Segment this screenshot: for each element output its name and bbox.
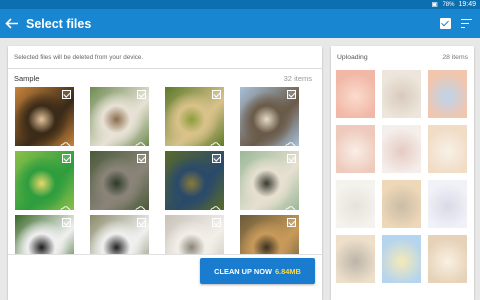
selected-files-panel: Selected files will be deleted from your…	[8, 46, 322, 300]
thumbnail-checkbox[interactable]	[212, 90, 221, 99]
uploading-thumbnail	[382, 70, 421, 118]
cloud-icon	[135, 136, 146, 146]
section-label: Sample	[14, 74, 40, 83]
uploading-label: Uploading	[337, 54, 368, 61]
thumbnail-checkbox[interactable]	[62, 90, 71, 99]
uploading-thumbnail	[428, 70, 467, 118]
back-arrow-icon	[5, 18, 18, 29]
clean-up-label: CLEAN UP NOW	[214, 266, 272, 276]
thumbnail-checkbox[interactable]	[287, 154, 296, 163]
thumbnail-checkbox[interactable]	[137, 218, 146, 227]
photo-thumbnail[interactable]	[240, 87, 299, 146]
uploading-thumbnail	[382, 125, 421, 173]
uploading-thumbnail	[428, 235, 467, 283]
back-button[interactable]	[0, 9, 24, 38]
photo-thumbnail[interactable]	[165, 151, 224, 210]
thumbnail-checkbox[interactable]	[137, 154, 146, 163]
thumbnail-checkbox[interactable]	[212, 154, 221, 163]
page-title: Select files	[26, 16, 92, 31]
select-all-checkbox[interactable]	[440, 18, 451, 29]
thumbnail-checkbox[interactable]	[62, 218, 71, 227]
sort-icon[interactable]	[461, 19, 472, 28]
thumbnail-checkbox[interactable]	[287, 90, 296, 99]
thumbnail-checkbox[interactable]	[287, 218, 296, 227]
delete-notice: Selected files will be deleted from your…	[14, 54, 144, 61]
uploading-thumbnail	[428, 180, 467, 228]
uploading-count: 28 items	[442, 54, 468, 61]
photo-thumbnail[interactable]	[15, 87, 74, 146]
thumbnail-checkbox[interactable]	[212, 218, 221, 227]
uploading-thumbnail	[336, 235, 375, 283]
uploading-thumbnail	[382, 235, 421, 283]
photo-thumbnail[interactable]	[240, 151, 299, 210]
section-count: 32 items	[283, 74, 312, 83]
cloud-icon	[60, 200, 71, 210]
cloud-icon	[285, 200, 296, 210]
uploading-thumbnail	[428, 125, 467, 173]
uploading-panel: Uploading 28 items	[331, 46, 474, 300]
app-bar: Select files	[0, 9, 480, 38]
uploading-thumbnail	[336, 125, 375, 173]
cloud-icon	[285, 136, 296, 146]
battery-level: 78%	[442, 1, 455, 8]
divider	[8, 68, 322, 69]
photo-thumbnail[interactable]	[90, 151, 149, 210]
clean-up-size: 6.84MB	[274, 266, 301, 276]
cloud-icon	[135, 200, 146, 210]
cloud-icon	[60, 136, 71, 146]
uploading-thumbnail	[336, 70, 375, 118]
status-bar: 78% 19:49	[0, 0, 480, 9]
photo-thumbnail[interactable]	[90, 87, 149, 146]
thumbnail-checkbox[interactable]	[137, 90, 146, 99]
cloud-icon	[210, 136, 221, 146]
photo-thumbnail[interactable]	[15, 151, 74, 210]
photo-thumbnail[interactable]	[165, 87, 224, 146]
uploading-thumbnail	[336, 180, 375, 228]
uploading-thumbnail	[382, 180, 421, 228]
cloud-icon	[210, 200, 221, 210]
battery-icon	[432, 2, 438, 7]
clean-up-button[interactable]: CLEAN UP NOW 6.84MB	[200, 258, 315, 284]
clock: 19:49	[458, 1, 476, 8]
thumbnail-checkbox[interactable]	[62, 154, 71, 163]
